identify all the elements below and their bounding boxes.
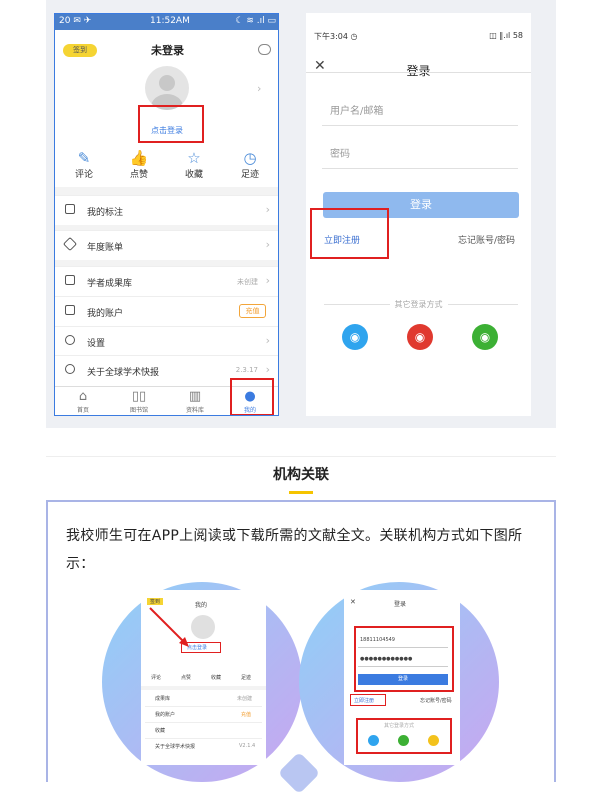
qq-icon: ◉ [349, 330, 361, 344]
status-bar: 20 ✉ ✈ 11:52AM ☾ ≋ .ıl ▭ [55, 14, 278, 30]
quick-action-history[interactable]: ◷ 足迹 [230, 149, 270, 180]
qq-icon [368, 735, 379, 746]
building-icon: ▥ [188, 389, 202, 404]
info-icon [65, 364, 75, 374]
tag-icon [62, 236, 78, 252]
quick-action-favorite[interactable]: ☆ 收藏 [174, 149, 214, 180]
profile-screen: 20 ✉ ✈ 11:52AM ☾ ≋ .ıl ▭ 签到 未登录 › 点击登录 ✎… [54, 13, 279, 416]
status-time: 11:52AM [150, 16, 190, 26]
status-left-icons: 20 ✉ ✈ [59, 16, 92, 26]
weibo-login-button[interactable]: ◉ [407, 324, 433, 350]
username-input[interactable]: 用户名/邮箱 [330, 102, 383, 117]
body-text: 我校师生可在APP上阅读或下载所需的文献全文。关联机构方式如下图所示： [66, 528, 523, 572]
other-login-label: 其它登录方式 [394, 300, 443, 309]
section-header: 机构关联 [46, 456, 556, 500]
quick-action-comment[interactable]: ✎ 评论 [64, 149, 104, 180]
highlight-box-mine-tab [230, 378, 274, 415]
page-title: 未登录 [151, 44, 184, 57]
password-input[interactable]: 密码 [330, 145, 350, 160]
tab-archive[interactable]: ▥ 资料库 [173, 389, 217, 414]
star-icon: ☆ [187, 149, 201, 167]
quick-action-like[interactable]: 👍 点赞 [119, 149, 159, 180]
edit-box-icon [65, 204, 75, 214]
forgot-password-link[interactable]: 忘记账号/密码 [458, 233, 515, 246]
login-screen: 下午3:04 ◷ ◫ ‖.ıl 58 ✕ 登录 用户名/邮箱 密码 登录 立即注册… [306, 13, 531, 416]
message-icon[interactable] [258, 44, 271, 55]
register-link[interactable]: 立即注册 [324, 233, 360, 246]
menu-row-settings[interactable]: 设置 › [55, 326, 278, 356]
weibo-icon: ◉ [414, 330, 426, 344]
clock-icon: ◷ [243, 149, 257, 167]
wechat-login-button[interactable]: ◉ [472, 324, 498, 350]
login-link[interactable]: 点击登录 [151, 125, 191, 136]
menu-row-my-marks[interactable]: 我的标注 › [55, 195, 278, 225]
chevron-right-icon: › [265, 363, 270, 376]
recharge-button[interactable]: 充值 [239, 304, 266, 318]
section-title: 机构关联 [273, 467, 329, 483]
tab-home[interactable]: ⌂ 首页 [61, 389, 105, 414]
status-right-icons: ☾ ≋ .ıl ▭ [235, 16, 276, 26]
chevron-right-icon: › [265, 334, 270, 347]
gear-icon [65, 335, 75, 345]
wechat-icon: ◉ [479, 330, 491, 344]
page-title: 登录 [406, 64, 431, 78]
tab-library[interactable]: ▯▯ 图书馆 [117, 389, 161, 414]
thumbs-up-icon: 👍 [129, 149, 149, 167]
folder-icon [65, 275, 75, 285]
chevron-right-icon: › [265, 238, 270, 251]
section-underline [289, 491, 313, 494]
book-icon: ▯▯ [131, 389, 147, 404]
chevron-right-icon: › [257, 82, 262, 95]
menu-row-my-account[interactable]: 我的账户 充值 [55, 296, 278, 326]
pointer-arrow-icon [149, 607, 189, 647]
highlight-box-login [138, 105, 204, 143]
chevron-right-icon: › [265, 203, 270, 216]
menu-row-scholar-library[interactable]: 学者成果库 未创建 › [55, 266, 278, 296]
wechat-icon [398, 735, 409, 746]
weibo-icon [428, 735, 439, 746]
menu-row-annual-bill[interactable]: 年度账单 › [55, 230, 278, 260]
home-icon: ⌂ [78, 389, 88, 404]
qq-login-button[interactable]: ◉ [342, 324, 368, 350]
mini-login-screen: ✕ 登录 18811104549 ●●●●●●●●●●●● 登录 立即注册 忘记… [344, 590, 460, 765]
chevron-right-icon: › [265, 274, 270, 287]
wallet-icon [65, 305, 75, 315]
avatar[interactable] [145, 66, 189, 110]
pencil-icon: ✎ [77, 149, 91, 167]
